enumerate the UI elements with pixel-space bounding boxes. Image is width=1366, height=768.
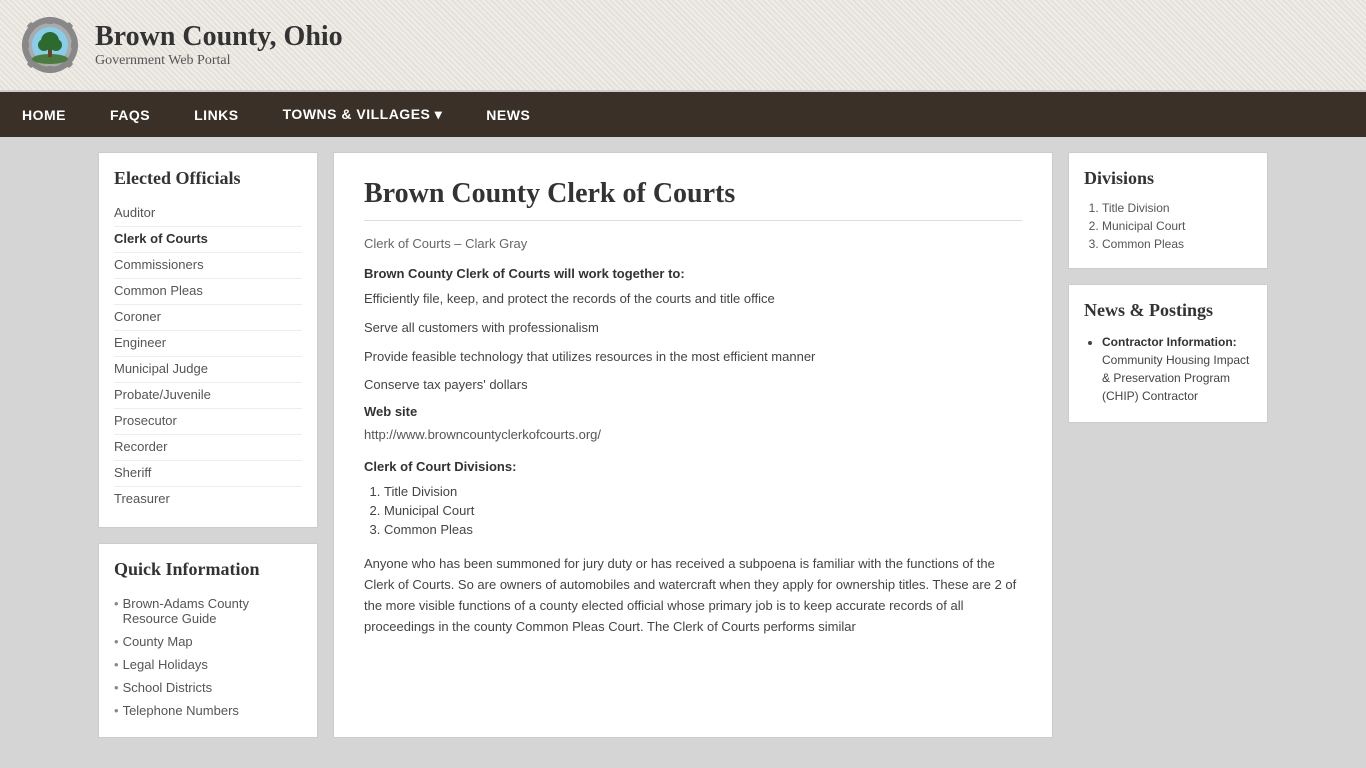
treasurer-link[interactable]: Treasurer: [114, 491, 170, 506]
mission-title: Brown County Clerk of Courts will work t…: [364, 266, 1022, 281]
site-subtitle: Government Web Portal: [95, 53, 343, 69]
clerk-of-courts-link[interactable]: Clerk of Courts: [114, 231, 208, 246]
county-map-link[interactable]: County Map: [123, 634, 193, 649]
website-section: Web site http://www.browncountyclerkofco…: [364, 404, 1022, 444]
probate-juvenile-link[interactable]: Probate/Juvenile: [114, 387, 211, 402]
municipal-judge-link[interactable]: Municipal Judge: [114, 361, 208, 376]
title-division-link[interactable]: Title Division: [1102, 201, 1170, 215]
prosecutor-link[interactable]: Prosecutor: [114, 413, 177, 428]
main-nav: HOME FAQS LINKS TOWNS & VILLAGES ▾ NEWS: [0, 92, 1366, 137]
main-layout: Elected Officials Auditor Clerk of Court…: [83, 137, 1283, 753]
nav-faqs[interactable]: FAQS: [88, 92, 172, 137]
list-item[interactable]: Municipal Court: [1102, 217, 1252, 235]
nav-links[interactable]: LINKS: [172, 92, 261, 137]
list-item[interactable]: Common Pleas: [114, 279, 302, 305]
list-item[interactable]: Treasurer: [114, 487, 302, 512]
engineer-link[interactable]: Engineer: [114, 335, 166, 350]
list-item[interactable]: Clerk of Courts: [114, 227, 302, 253]
list-item[interactable]: Brown-Adams County Resource Guide: [114, 592, 302, 630]
legal-holidays-link[interactable]: Legal Holidays: [123, 657, 208, 672]
mission-item-4: Conserve tax payers' dollars: [364, 375, 1022, 396]
news-heading: News & Postings: [1084, 300, 1252, 321]
divisions-title: Clerk of Court Divisions:: [364, 459, 1022, 474]
page-title: Brown County Clerk of Courts: [364, 178, 1022, 221]
list-item[interactable]: County Map: [114, 630, 302, 653]
list-item: Municipal Court: [384, 501, 1022, 520]
quick-info-heading: Quick Information: [114, 559, 302, 580]
website-url[interactable]: http://www.browncountyclerkofcourts.org/: [364, 427, 601, 442]
site-header: Brown County, Ohio Government Web Portal: [0, 0, 1366, 92]
list-item[interactable]: Recorder: [114, 435, 302, 461]
divisions-heading: Divisions: [1084, 168, 1252, 189]
right-divisions-list: Title Division Municipal Court Common Pl…: [1084, 199, 1252, 253]
news-box: News & Postings Contractor Information: …: [1068, 284, 1268, 423]
recorder-link[interactable]: Recorder: [114, 439, 167, 454]
coroner-link[interactable]: Coroner: [114, 309, 161, 324]
list-item: Common Pleas: [384, 520, 1022, 539]
center-content: Brown County Clerk of Courts Clerk of Co…: [333, 152, 1053, 738]
common-pleas-link-right[interactable]: Common Pleas: [1102, 237, 1184, 251]
news-label: Contractor Information:: [1102, 335, 1237, 349]
site-title: Brown County, Ohio: [95, 21, 343, 53]
auditor-link[interactable]: Auditor: [114, 205, 155, 220]
common-pleas-link[interactable]: Common Pleas: [114, 283, 203, 298]
quick-info-box: Quick Information Brown-Adams County Res…: [98, 543, 318, 738]
list-item[interactable]: School Districts: [114, 676, 302, 699]
right-sidebar: Divisions Title Division Municipal Court…: [1068, 152, 1268, 738]
body-text: Anyone who has been summoned for jury du…: [364, 554, 1022, 637]
clerk-subtitle: Clerk of Courts – Clark Gray: [364, 236, 1022, 251]
news-item: Contractor Information: Community Housin…: [1102, 331, 1252, 407]
list-item[interactable]: Commissioners: [114, 253, 302, 279]
list-item[interactable]: Prosecutor: [114, 409, 302, 435]
resource-guide-link[interactable]: Brown-Adams County Resource Guide: [123, 596, 302, 626]
site-logo: [20, 15, 80, 75]
website-label: Web site: [364, 404, 1022, 419]
municipal-court-link[interactable]: Municipal Court: [1102, 219, 1185, 233]
school-districts-link[interactable]: School Districts: [123, 680, 213, 695]
list-item[interactable]: Coroner: [114, 305, 302, 331]
news-body: Community Housing Impact & Preservation …: [1102, 353, 1249, 403]
mission-item-1: Efficiently file, keep, and protect the …: [364, 289, 1022, 310]
list-item[interactable]: Legal Holidays: [114, 653, 302, 676]
telephone-numbers-link[interactable]: Telephone Numbers: [123, 703, 239, 718]
nav-news[interactable]: NEWS: [464, 92, 552, 137]
commissioners-link[interactable]: Commissioners: [114, 257, 204, 272]
sheriff-link[interactable]: Sheriff: [114, 465, 151, 480]
center-divisions-list: Title Division Municipal Court Common Pl…: [364, 482, 1022, 539]
list-item[interactable]: Auditor: [114, 201, 302, 227]
nav-home[interactable]: HOME: [0, 92, 88, 137]
left-sidebar: Elected Officials Auditor Clerk of Court…: [98, 152, 318, 738]
mission-item-3: Provide feasible technology that utilize…: [364, 347, 1022, 368]
news-list: Contractor Information: Community Housin…: [1084, 331, 1252, 407]
list-item[interactable]: Engineer: [114, 331, 302, 357]
elected-officials-list: Auditor Clerk of Courts Commissioners Co…: [114, 201, 302, 512]
list-item[interactable]: Sheriff: [114, 461, 302, 487]
list-item[interactable]: Title Division: [1102, 199, 1252, 217]
list-item[interactable]: Probate/Juvenile: [114, 383, 302, 409]
list-item[interactable]: Municipal Judge: [114, 357, 302, 383]
list-item: Title Division: [384, 482, 1022, 501]
list-item[interactable]: Telephone Numbers: [114, 699, 302, 722]
elected-officials-heading: Elected Officials: [114, 168, 302, 189]
list-item[interactable]: Common Pleas: [1102, 235, 1252, 253]
divisions-box: Divisions Title Division Municipal Court…: [1068, 152, 1268, 269]
quick-info-list: Brown-Adams County Resource Guide County…: [114, 592, 302, 722]
nav-towns[interactable]: TOWNS & VILLAGES ▾: [261, 92, 465, 137]
mission-item-2: Serve all customers with professionalism: [364, 318, 1022, 339]
site-title-block: Brown County, Ohio Government Web Portal: [95, 21, 343, 69]
elected-officials-box: Elected Officials Auditor Clerk of Court…: [98, 152, 318, 528]
